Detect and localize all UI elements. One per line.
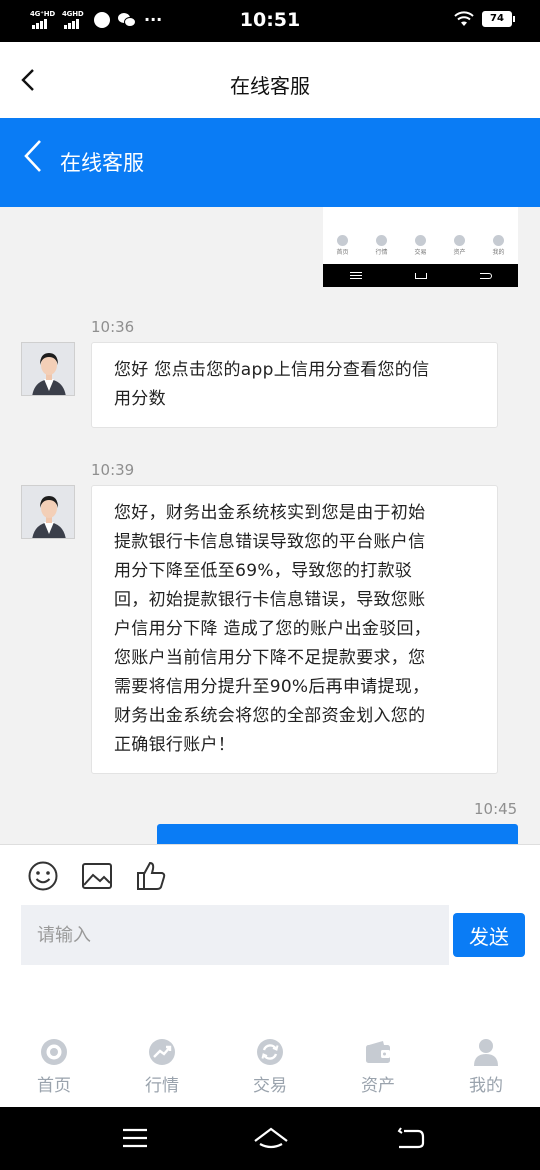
screenshot-system-nav — [323, 264, 518, 287]
screenshot-tab: 我的 — [479, 235, 518, 263]
screenshot-tab: 资产 — [440, 235, 479, 263]
market-icon — [376, 235, 387, 246]
image-icon[interactable] — [80, 859, 114, 893]
bottom-tabbar: 首页 行情 交易 资产 我的 — [0, 979, 540, 1107]
tab-assets[interactable]: 资产 — [338, 1037, 418, 1096]
agent-photo-icon — [22, 486, 74, 538]
back-button-icon[interactable] — [396, 1125, 426, 1151]
message-line: 您好 您点击您的app上信用分查看您的信 — [114, 360, 430, 380]
trade-icon — [415, 235, 426, 246]
wallet-icon — [366, 1041, 390, 1063]
wallet-icon — [454, 235, 465, 246]
tab-label: 首页 — [37, 1076, 71, 1096]
wifi-icon — [454, 11, 474, 26]
message-line: 正确银行账户！ — [114, 735, 236, 755]
message-timestamp: 10:39 — [91, 461, 135, 479]
message-line: 您账户当前信用分下降不足提款要求，您 — [114, 648, 426, 668]
message-line: 户信用分下降 造成了您的账户出金驳回， — [114, 619, 432, 639]
message-line: 用分下降至低至69%，导致您的打款驳 — [114, 561, 413, 581]
back-button-icon — [479, 272, 492, 279]
screenshot-tabbar: 首页 行情 交易 资产 我的 — [323, 235, 518, 263]
screenshot-tab-label: 资产 — [453, 249, 466, 256]
top-navigation: 在线客服 — [0, 42, 540, 118]
status-bar: 4G⁺HD 4GHD ··· 10:51 74 — [0, 0, 540, 42]
screenshot-tab-label: 首页 — [336, 249, 349, 256]
agent-avatar — [21, 485, 75, 539]
battery-icon: 74 — [482, 11, 515, 27]
emoji-icon[interactable] — [26, 859, 60, 893]
tab-market[interactable]: 行情 — [122, 1037, 202, 1096]
screenshot-tab-label: 交易 — [414, 249, 427, 256]
shared-screenshot-image[interactable]: 首页 行情 交易 资产 我的 — [323, 207, 518, 287]
message-line: 提款银行卡信息错误导致您的平台账户信 — [114, 532, 426, 552]
screenshot-tab-label: 我的 — [492, 249, 505, 256]
status-right-group: 74 — [454, 11, 515, 27]
tab-label: 交易 — [253, 1076, 287, 1096]
tab-label: 资产 — [361, 1076, 395, 1096]
message-line: 财务出金系统会将您的全部资金划入您的 — [114, 706, 426, 726]
home-icon — [337, 235, 348, 246]
message-composer: 发送 — [0, 844, 540, 979]
incoming-message-bubble: 您好，财务出金系统核实到您是由于初始 提款银行卡信息错误导致您的平台账户信 用分… — [91, 485, 498, 774]
profile-icon — [493, 235, 504, 246]
message-line: 用分数 — [114, 389, 166, 409]
market-icon — [149, 1039, 175, 1065]
menu-icon — [349, 272, 362, 279]
send-button[interactable]: 发送 — [453, 913, 525, 957]
page-title: 在线客服 — [230, 74, 310, 98]
message-timestamp: 10:36 — [91, 318, 135, 336]
screenshot-tab: 首页 — [323, 235, 362, 263]
message-line: 需要将信用分提升至90%后再申请提现， — [114, 677, 430, 697]
home-button-icon[interactable] — [253, 1125, 289, 1151]
message-line: 回，初始提款银行卡信息错误，导致您账 — [114, 590, 426, 610]
outgoing-message-bubble — [157, 824, 518, 844]
tab-trade[interactable]: 交易 — [230, 1037, 310, 1096]
agent-photo-icon — [22, 343, 74, 395]
tab-profile[interactable]: 我的 — [446, 1037, 526, 1096]
service-header: 在线客服 — [0, 118, 540, 207]
incoming-message-bubble: 您好 您点击您的app上信用分查看您的信 用分数 — [91, 342, 498, 428]
system-navigation-bar — [0, 1107, 540, 1170]
tab-label: 行情 — [145, 1076, 179, 1096]
agent-avatar — [21, 342, 75, 396]
home-icon — [41, 1039, 67, 1065]
menu-icon[interactable] — [120, 1125, 150, 1151]
app-screen: 4G⁺HD 4GHD ··· 10:51 74 在线客服 在线客服 首页 行情 … — [0, 0, 540, 1170]
chevron-left-icon[interactable] — [20, 138, 46, 174]
message-input[interactable] — [21, 905, 449, 965]
tab-home[interactable]: 首页 — [14, 1037, 94, 1096]
screenshot-tab-label: 行情 — [375, 249, 388, 256]
tab-label: 我的 — [469, 1076, 503, 1096]
profile-icon — [474, 1039, 498, 1066]
screenshot-tab: 交易 — [401, 235, 440, 263]
trade-icon — [257, 1039, 283, 1065]
home-button-icon — [414, 272, 427, 279]
thumbs-up-icon[interactable] — [134, 859, 168, 893]
message-timestamp: 10:45 — [474, 800, 518, 818]
service-title: 在线客服 — [60, 151, 144, 175]
screenshot-tab: 行情 — [362, 235, 401, 263]
message-line: 您好，财务出金系统核实到您是由于初始 — [114, 503, 426, 523]
chat-history[interactable]: 首页 行情 交易 资产 我的 10:36 您好 您点击您的app上信用分查看您的… — [0, 207, 540, 844]
